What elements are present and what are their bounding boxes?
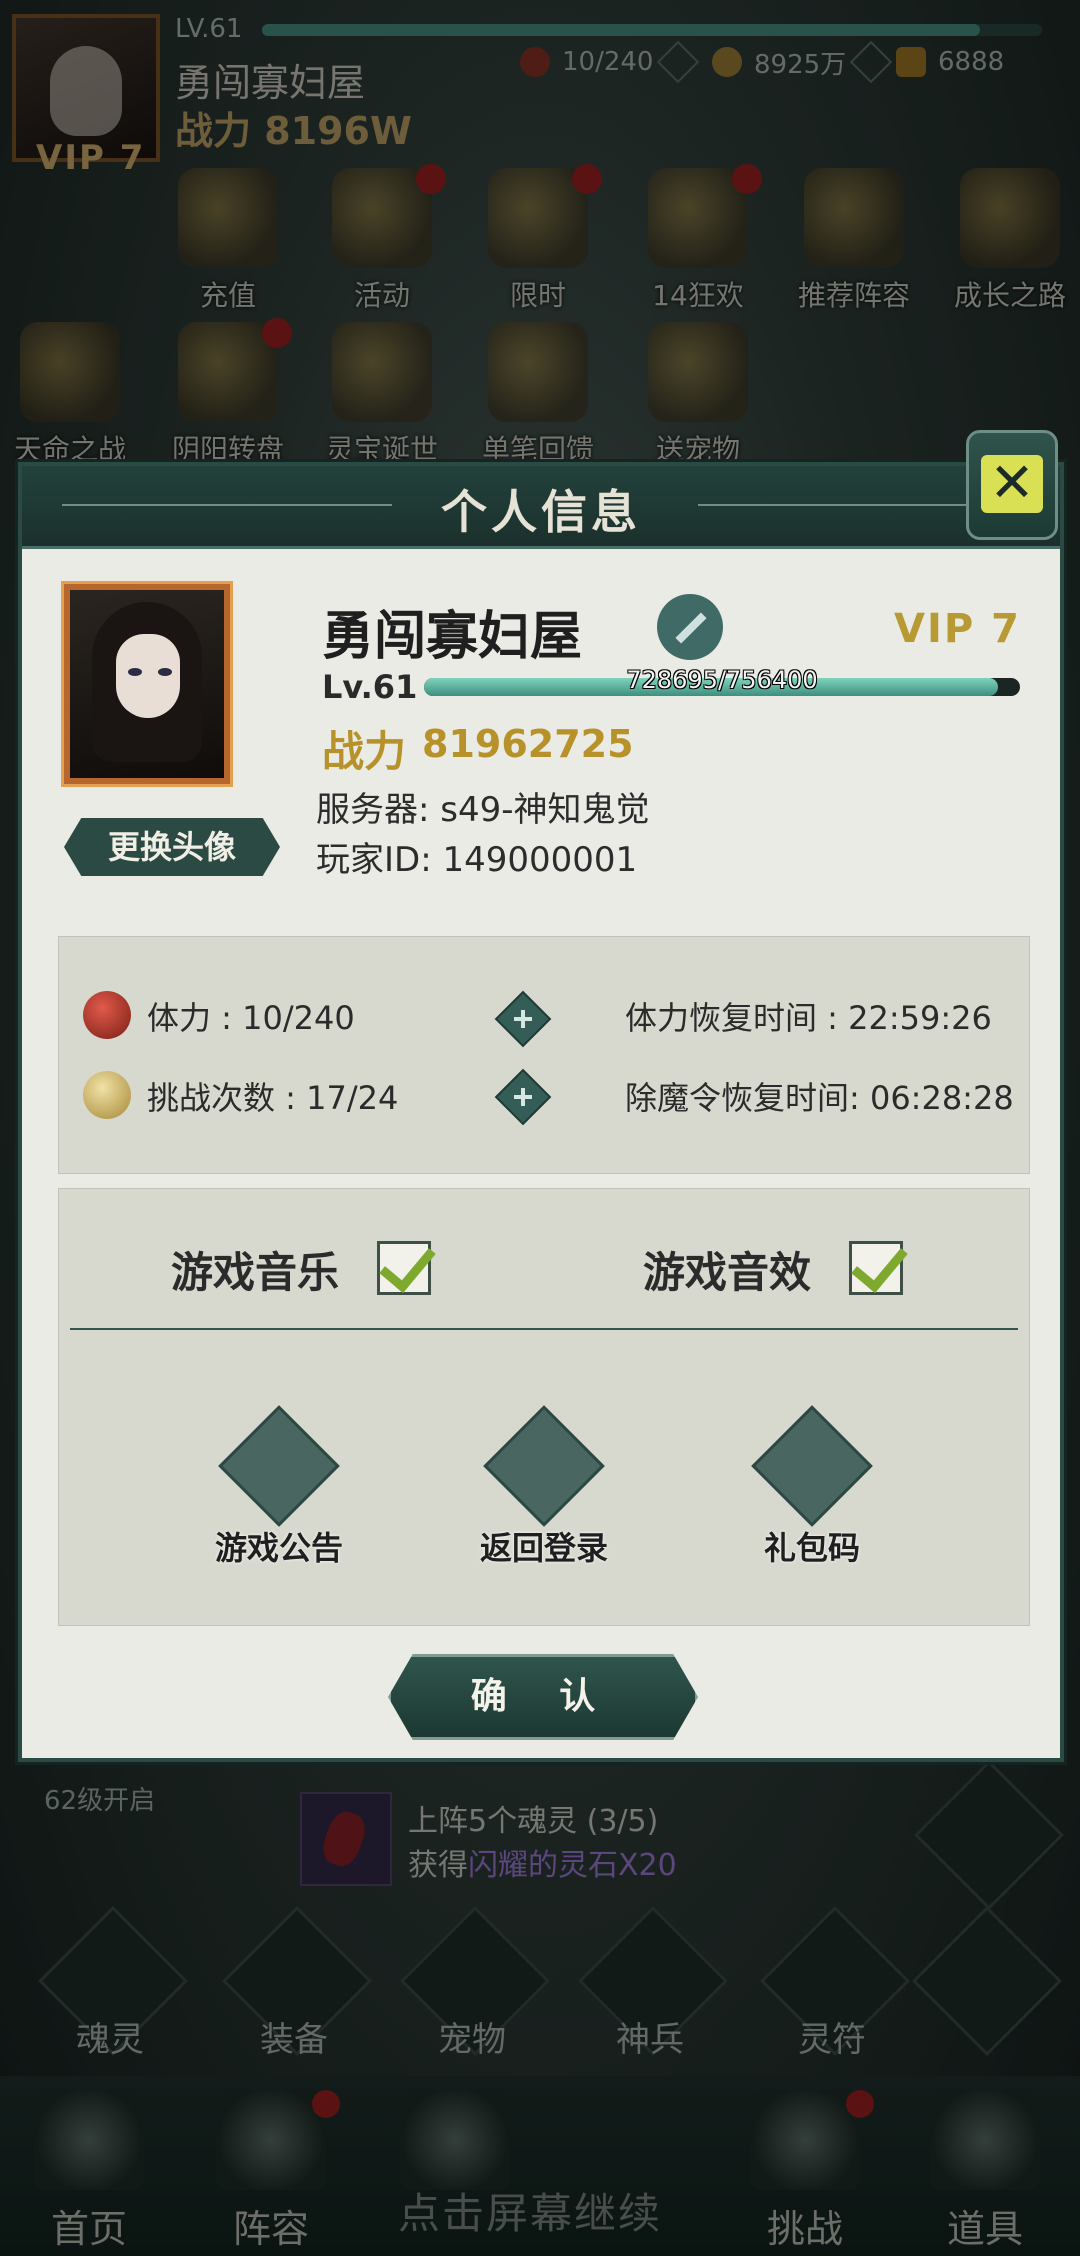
challenge-gourd-icon (83, 1071, 131, 1119)
power-value: 81962725 (422, 722, 634, 766)
player-id: 玩家ID: 149000001 (316, 840, 638, 880)
stamina-recover-time: 体力恢复时间 : 22:59:26 (625, 999, 992, 1037)
gift-code-button[interactable]: 礼包码 (727, 1405, 897, 1569)
close-icon: ✕ (989, 451, 1035, 514)
announcement-icon (218, 1405, 340, 1527)
challenge-count: 挑战次数 : 17/24 (147, 1079, 399, 1117)
stats-box: 体力 : 10/240 体力恢复时间 : 22:59:26 挑战次数 : 17/… (58, 936, 1030, 1174)
exp-text: 728695/756400 (626, 666, 818, 694)
challenge-add-icon[interactable] (494, 1068, 552, 1126)
server-info: 服务器: s49-神知鬼觉 (316, 790, 650, 830)
stamina-add-icon[interactable] (494, 990, 552, 1048)
stamina-label: 体力 : 10/240 (147, 999, 355, 1037)
challenge-recover-time: 除魔令恢复时间: 06:28:28 (625, 1079, 1014, 1117)
change-avatar-label: 更换头像 (107, 828, 236, 866)
settings-divider (70, 1328, 1018, 1330)
edit-name-icon[interactable] (657, 594, 723, 660)
announcement-button[interactable]: 游戏公告 (194, 1405, 364, 1569)
return-login-button[interactable]: 返回登录 (459, 1405, 629, 1569)
music-label: 游戏音乐 (171, 1248, 340, 1297)
close-button[interactable]: ✕ (966, 430, 1058, 540)
avatar-face (116, 634, 180, 718)
return-login-icon (483, 1405, 605, 1527)
gift-code-icon (751, 1405, 873, 1527)
profile-avatar (61, 581, 233, 787)
sfx-label: 游戏音效 (643, 1248, 812, 1297)
avatar-eye (128, 668, 142, 676)
stamina-orb-icon (83, 991, 131, 1039)
announcement-label: 游戏公告 (214, 1529, 343, 1567)
confirm-label: 确 认 (470, 1676, 616, 1717)
music-checkbox[interactable] (377, 1241, 431, 1295)
change-avatar-button[interactable]: 更换头像 (64, 818, 280, 876)
dialog-header: 个人信息 (22, 466, 1060, 549)
player-level: Lv.61 (322, 668, 418, 706)
return-login-label: 返回登录 (479, 1529, 608, 1567)
avatar-eye (158, 668, 172, 676)
settings-box: 游戏音乐 游戏音效 游戏公告 返回登录 礼包码 (58, 1188, 1030, 1626)
player-name: 勇闯寡妇屋 (322, 607, 583, 667)
dialog-title: 个人信息 (441, 485, 641, 539)
sfx-checkbox[interactable] (849, 1241, 903, 1295)
power-label: 战力 (322, 727, 407, 776)
vip-label: VIP 7 (894, 606, 1021, 652)
gift-code-label: 礼包码 (763, 1529, 860, 1567)
confirm-button[interactable]: 确 认 (388, 1654, 698, 1740)
profile-dialog: 个人信息 更换头像 勇闯寡妇屋 VIP 7 Lv.61 728695/75640… (18, 462, 1064, 1762)
